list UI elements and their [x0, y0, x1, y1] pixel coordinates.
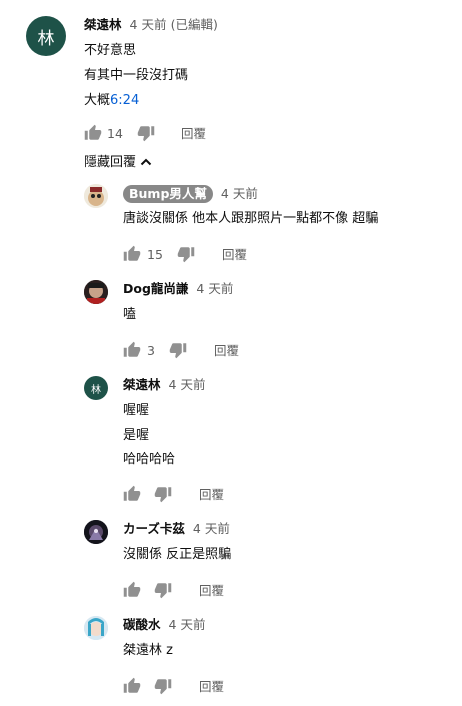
reply-comment: カーズ卡茲 4 天前 沒關係 反正是照騙 回覆 — [0, 516, 462, 606]
thumbs-up-icon[interactable] — [123, 245, 141, 263]
reply-comment: 林 桀遠林 4 天前 喔喔 是喔 哈哈哈哈 回覆 — [0, 372, 462, 512]
reply-comment: Dog龍尚謙 4 天前 嗑 3 回覆 — [0, 276, 462, 366]
thumbs-down-icon[interactable] — [137, 124, 155, 142]
thumbs-down-icon[interactable] — [154, 677, 172, 695]
timestamp-link[interactable]: 6:24 — [110, 93, 139, 108]
avatar-image — [84, 520, 108, 544]
comment-header: 碳酸水 4 天前 — [123, 617, 205, 634]
comment-time[interactable]: 4 天前 — [221, 186, 258, 201]
reply-comment: Bump男人幫 4 天前 唐談沒關係 他本人跟那照片一點都不像 超騙 15 回覆 — [0, 180, 462, 270]
reply-button[interactable]: 回覆 — [181, 126, 206, 142]
comment-header: Bump男人幫 4 天前 — [123, 185, 258, 203]
thumbs-up-icon[interactable] — [123, 581, 141, 599]
thumbs-up-icon[interactable] — [123, 485, 141, 503]
author-name[interactable]: 碳酸水 — [123, 617, 161, 632]
comment-text-line: 桀遠林 z — [123, 643, 173, 658]
author-name[interactable]: カーズ卡茲 — [123, 521, 185, 536]
avatar[interactable]: 林 — [84, 376, 108, 400]
thumbs-up-icon[interactable] — [123, 677, 141, 695]
avatar-image — [84, 280, 108, 304]
avatar[interactable] — [84, 280, 108, 304]
chevron-up-icon — [140, 158, 152, 166]
comment-time[interactable]: 4 天前 — [169, 617, 206, 632]
comment-actions: 14 回覆 — [84, 124, 284, 144]
comment-text-line: 哈哈哈哈 — [123, 452, 176, 467]
reply-button[interactable]: 回覆 — [199, 487, 224, 503]
comment-text-prefix: 大概 — [84, 93, 111, 108]
thumbs-up-icon[interactable] — [84, 124, 102, 142]
comment-text-line: 是喔 — [123, 428, 150, 443]
comment-thread: 林 桀遠林 4 天前 (已編輯) 不好意思 有其中一段沒打碼 大概6:24 14 … — [0, 0, 462, 706]
comment-header: カーズ卡茲 4 天前 — [123, 521, 230, 538]
comment-text-line: 大概6:24 — [84, 93, 139, 109]
thumbs-down-icon[interactable] — [169, 341, 187, 359]
avatar-initial: 林 — [91, 384, 101, 396]
comment-header: 桀遠林 4 天前 — [123, 377, 205, 394]
comment-actions: 3 回覆 — [123, 341, 323, 361]
comment-actions: 15 回覆 — [123, 245, 323, 265]
author-badge[interactable]: Bump男人幫 — [123, 185, 213, 203]
reply-comment: 碳酸水 4 天前 桀遠林 z 回覆 — [0, 612, 462, 702]
comment-actions: 回覆 — [123, 581, 323, 601]
comment-time[interactable]: 4 天前 — [196, 281, 233, 296]
comment-text-line: 沒關係 反正是照騙 — [123, 547, 232, 562]
comment-time[interactable]: 4 天前 — [169, 377, 206, 392]
comment-actions: 回覆 — [123, 485, 323, 505]
reply-button[interactable]: 回覆 — [214, 343, 239, 359]
author-name[interactable]: Dog龍尚謙 — [123, 281, 188, 296]
avatar[interactable]: 林 — [26, 16, 66, 56]
hide-replies-label: 隱藏回覆 — [84, 155, 137, 170]
avatar[interactable] — [84, 184, 108, 208]
avatar[interactable] — [84, 520, 108, 544]
avatar-image — [84, 184, 108, 208]
comment-text-line: 不好意思 — [84, 43, 137, 58]
reply-button[interactable]: 回覆 — [199, 583, 224, 599]
avatar-initial: 林 — [37, 28, 55, 49]
comment-time[interactable]: 4 天前 — [193, 521, 230, 536]
thumbs-down-icon[interactable] — [154, 485, 172, 503]
comment-text-line: 唐談沒關係 他本人跟那照片一點都不像 超騙 — [123, 211, 379, 226]
comment-text-line: 喔喔 — [123, 403, 150, 418]
reply-button[interactable]: 回覆 — [222, 247, 247, 263]
comment-time[interactable]: 4 天前 — [130, 17, 167, 32]
like-count: 15 — [147, 247, 163, 262]
comment-actions: 回覆 — [123, 677, 323, 697]
author-name[interactable]: 桀遠林 — [84, 17, 122, 32]
like-count: 14 — [107, 126, 123, 141]
thumbs-down-icon[interactable] — [177, 245, 195, 263]
reply-button[interactable]: 回覆 — [199, 679, 224, 695]
edited-label: (已編輯) — [170, 17, 218, 32]
thumbs-down-icon[interactable] — [154, 581, 172, 599]
comment-text-line: 有其中一段沒打碼 — [84, 68, 189, 83]
author-name[interactable]: 桀遠林 — [123, 377, 161, 392]
top-comment: 林 桀遠林 4 天前 (已編輯) 不好意思 有其中一段沒打碼 大概6:24 14 … — [0, 0, 462, 150]
hide-replies-button[interactable]: 隱藏回覆 — [84, 155, 152, 171]
like-count: 3 — [147, 343, 155, 358]
avatar-image — [84, 616, 108, 640]
thumbs-up-icon[interactable] — [123, 341, 141, 359]
comment-text-line: 嗑 — [123, 307, 137, 322]
avatar[interactable] — [84, 616, 108, 640]
comment-header: Dog龍尚謙 4 天前 — [123, 281, 233, 298]
comment-header: 桀遠林 4 天前 (已編輯) — [84, 17, 218, 34]
